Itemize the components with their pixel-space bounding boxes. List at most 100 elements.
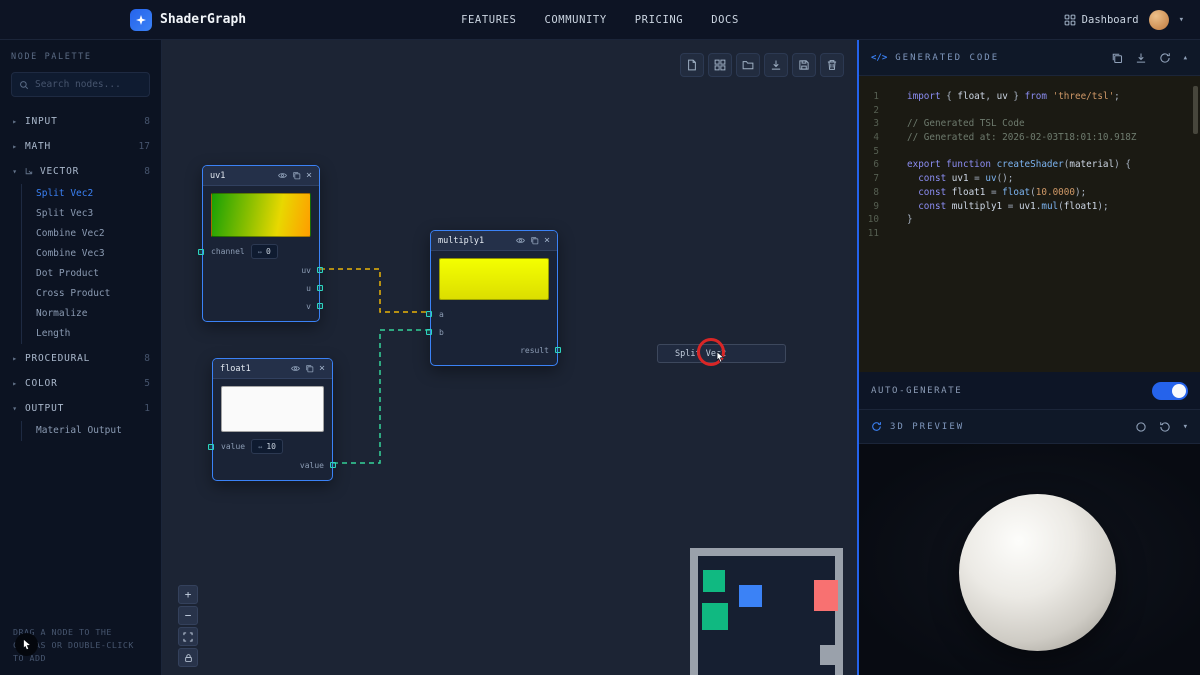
- node-palette-sidebar: NODE PALETTE ▸INPUT8▸MATH17▾VECTOR8Split…: [0, 40, 162, 675]
- download-button[interactable]: [764, 53, 788, 77]
- uv-test-pattern: [690, 548, 843, 675]
- output-port-u[interactable]: [317, 285, 323, 291]
- collapse-preview-chevron[interactable]: ▾: [1183, 422, 1188, 432]
- zoom-out-button[interactable]: −: [178, 606, 198, 625]
- preview-3d-viewport[interactable]: [859, 444, 1200, 675]
- nav-link-features[interactable]: FEATURES: [461, 14, 516, 26]
- output-port-uv[interactable]: [317, 267, 323, 273]
- logo-icon: [130, 9, 152, 31]
- input-port-channel[interactable]: [198, 249, 204, 255]
- line-number: 5: [859, 145, 889, 159]
- open-folder-button[interactable]: [736, 53, 760, 77]
- copy-icon[interactable]: [530, 236, 539, 245]
- right-panel: </> GENERATED CODE ▴ 1import { float, uv…: [857, 40, 1200, 675]
- node-multiply1[interactable]: multiply1 × a b result: [430, 230, 558, 366]
- palette-item-dot-product[interactable]: Dot Product: [36, 264, 150, 284]
- code-editor[interactable]: 1import { float, uv } from 'three/tsl';2…: [859, 76, 1200, 372]
- regenerate-code-button[interactable]: [1159, 52, 1171, 64]
- palette-item-length[interactable]: Length: [36, 324, 150, 344]
- reset-rotation-button[interactable]: [1159, 421, 1171, 433]
- fit-view-button[interactable]: [178, 627, 198, 646]
- brand-name: ShaderGraph: [160, 12, 246, 27]
- eye-icon[interactable]: [278, 171, 287, 180]
- output-port-value[interactable]: [330, 462, 336, 468]
- float1-preview: [221, 386, 324, 432]
- line-number: 2: [859, 104, 889, 118]
- close-icon[interactable]: ×: [319, 364, 325, 374]
- palette-item-combine-vec2[interactable]: Combine Vec2: [36, 224, 150, 244]
- channel-input[interactable]: ↔ 0: [251, 244, 278, 259]
- uv1-preview: [211, 193, 311, 237]
- topbar: ShaderGraph FEATURES COMMUNITY PRICING DOCS…: [0, 0, 1200, 40]
- auto-generate-toggle[interactable]: [1152, 382, 1188, 400]
- palette-group-math[interactable]: ▸MATH17: [11, 134, 150, 159]
- channel-value: 0: [266, 247, 271, 256]
- zoom-in-button[interactable]: +: [178, 585, 198, 604]
- new-file-button[interactable]: [680, 53, 704, 77]
- collapse-code-chevron[interactable]: ▴: [1183, 53, 1188, 63]
- brand[interactable]: ShaderGraph: [130, 9, 246, 31]
- node-multiply1-header[interactable]: multiply1 ×: [431, 231, 557, 251]
- download-code-button[interactable]: [1135, 52, 1147, 64]
- code-line: 11: [859, 227, 1200, 241]
- dashboard-link[interactable]: Dashboard: [1064, 14, 1139, 26]
- graph-canvas[interactable]: uv1 × channel ↔ 0 uv: [162, 40, 857, 675]
- palette-group-color[interactable]: ▸COLOR5: [11, 371, 150, 396]
- save-button[interactable]: [792, 53, 816, 77]
- palette-item-split-vec2[interactable]: Split Vec2: [36, 184, 150, 204]
- node-float1[interactable]: float1 × value ↔ 10 value: [212, 358, 333, 481]
- eye-icon[interactable]: [516, 236, 525, 245]
- group-count: 17: [139, 141, 150, 152]
- eye-icon[interactable]: [291, 364, 300, 373]
- palette-item-normalize[interactable]: Normalize: [36, 304, 150, 324]
- palette-title: NODE PALETTE: [11, 52, 150, 62]
- palette-group-input[interactable]: ▸INPUT8: [11, 109, 150, 134]
- top-nav: FEATURES COMMUNITY PRICING DOCS: [461, 0, 739, 40]
- avatar[interactable]: [1149, 10, 1169, 30]
- input-port-b[interactable]: [426, 329, 432, 335]
- code-line: 8 const float1 = float(10.0000);: [859, 186, 1200, 200]
- copy-icon[interactable]: [292, 171, 301, 180]
- chevron-right-icon: ▸: [11, 379, 19, 388]
- palette-group-procedural[interactable]: ▸PROCEDURAL8: [11, 346, 150, 371]
- node-uv1-header[interactable]: uv1 ×: [203, 166, 319, 186]
- input-port-a[interactable]: [426, 311, 432, 317]
- close-icon[interactable]: ×: [544, 236, 550, 246]
- palette-item-combine-vec3[interactable]: Combine Vec3: [36, 244, 150, 264]
- nav-link-community[interactable]: COMMUNITY: [544, 14, 606, 26]
- fit-view-icon: [183, 632, 193, 642]
- search-box[interactable]: [11, 72, 150, 97]
- copy-code-button[interactable]: [1111, 52, 1123, 64]
- group-label: COLOR: [25, 378, 58, 389]
- app: ShaderGraph FEATURES COMMUNITY PRICING DOCS…: [0, 0, 1200, 675]
- palette-group-output[interactable]: ▾OUTPUT1: [11, 396, 150, 421]
- output-port-result[interactable]: [555, 347, 561, 353]
- code-lines: 1import { float, uv } from 'three/tsl';2…: [859, 90, 1200, 241]
- node-uv1[interactable]: uv1 × channel ↔ 0 uv: [202, 165, 320, 322]
- value-input[interactable]: ↔ 10: [251, 439, 283, 454]
- delete-button[interactable]: [820, 53, 844, 77]
- grid-layout-button[interactable]: [708, 53, 732, 77]
- search-input[interactable]: [35, 79, 142, 90]
- chevron-down-icon[interactable]: ▾: [1179, 15, 1184, 25]
- node-float1-header[interactable]: float1 ×: [213, 359, 332, 379]
- nav-link-pricing[interactable]: PRICING: [635, 14, 683, 26]
- palette-group-vector[interactable]: ▾VECTOR8: [11, 159, 150, 184]
- group-label: VECTOR: [40, 166, 79, 177]
- sphere-shape-button[interactable]: [1135, 421, 1147, 433]
- preview-header: 3D PREVIEW ▾: [859, 410, 1200, 444]
- new-file-icon: [686, 59, 698, 71]
- copy-icon[interactable]: [305, 364, 314, 373]
- code-scrollbar[interactable]: [1193, 86, 1198, 134]
- lock-button[interactable]: [178, 648, 198, 667]
- palette-item-split-vec3[interactable]: Split Vec3: [36, 204, 150, 224]
- palette-item-cross-product[interactable]: Cross Product: [36, 284, 150, 304]
- input-port-value[interactable]: [208, 444, 214, 450]
- palette-items-vector: Split Vec2Split Vec3Combine Vec2Combine …: [21, 184, 150, 344]
- nav-link-docs[interactable]: DOCS: [711, 14, 739, 26]
- palette-item-material-output[interactable]: Material Output: [36, 421, 150, 441]
- output-port-v[interactable]: [317, 303, 323, 309]
- close-icon[interactable]: ×: [306, 171, 312, 181]
- output-label: u: [306, 284, 311, 293]
- download-icon: [770, 59, 782, 71]
